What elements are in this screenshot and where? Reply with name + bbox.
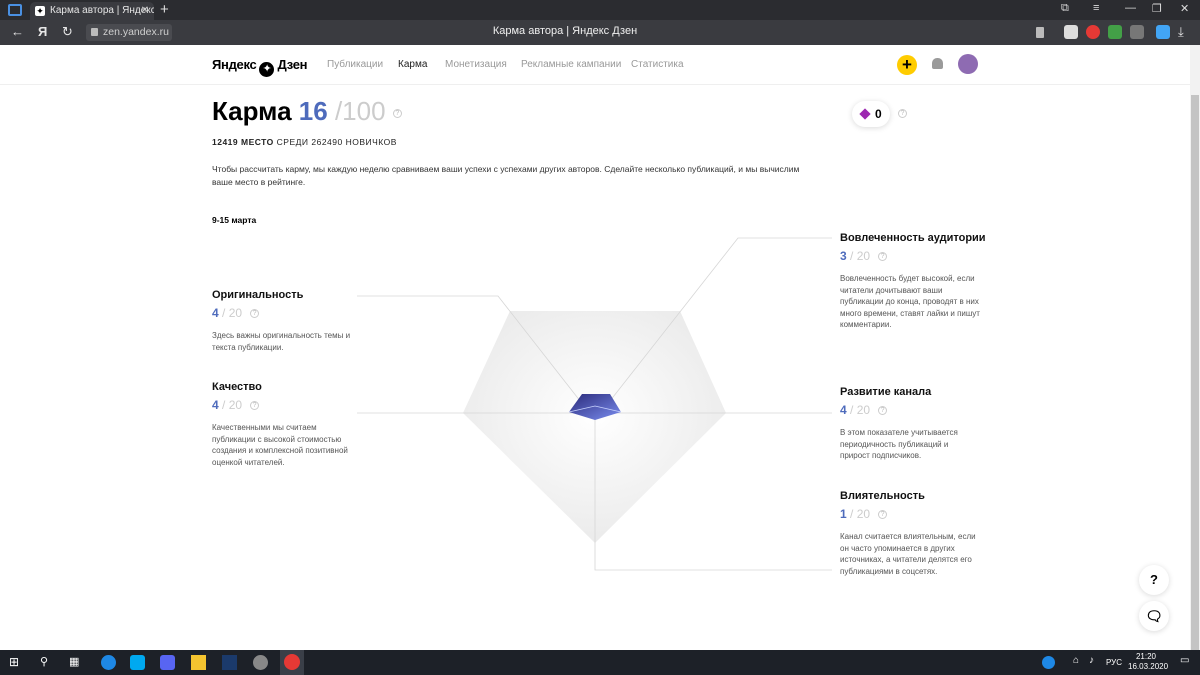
help-tray-icon[interactable] bbox=[1042, 656, 1055, 669]
help-button[interactable]: ? bbox=[1139, 565, 1169, 595]
app-icon-2[interactable] bbox=[253, 655, 268, 670]
metric-influence: Влиятельность 1 / 20? Канал считается вл… bbox=[840, 490, 980, 577]
language-indicator[interactable]: РУС bbox=[1106, 658, 1122, 667]
search-icon[interactable]: ⚲ bbox=[40, 655, 55, 670]
file-explorer-icon[interactable] bbox=[191, 655, 206, 670]
discord-icon[interactable] bbox=[160, 655, 175, 670]
edge-icon[interactable] bbox=[101, 655, 116, 670]
karma-pentagon-chart bbox=[357, 237, 832, 571]
windows-start-icon[interactable]: ⊞ bbox=[9, 655, 24, 670]
influence-help-icon[interactable]: ? bbox=[878, 510, 888, 520]
task-view-icon[interactable]: ▦ bbox=[69, 655, 84, 670]
notification-center-icon[interactable]: ▭ bbox=[1180, 655, 1195, 670]
app-icon[interactable] bbox=[222, 655, 237, 670]
metric-quality: Качество 4 / 20? Качественными мы считае… bbox=[212, 381, 352, 468]
quality-help-icon[interactable]: ? bbox=[250, 401, 260, 411]
metric-originality: Оригинальность 4 / 20? Здесь важны ориги… bbox=[212, 289, 352, 352]
metric-score: 3 / 20? bbox=[840, 249, 980, 263]
originality-help-icon[interactable]: ? bbox=[250, 309, 260, 319]
yandex-browser-icon bbox=[284, 654, 300, 670]
system-clock[interactable]: 21:20 16.03.2020 bbox=[1128, 652, 1168, 672]
volume-icon[interactable]: ♪ bbox=[1089, 655, 1104, 670]
metric-score: 1 / 20? bbox=[840, 507, 980, 521]
feedback-chat-icon[interactable]: 🗨 bbox=[1139, 601, 1169, 631]
metric-engagement: Вовлеченность аудитории 3 / 20? Вовлечен… bbox=[840, 232, 986, 329]
metric-score: 4 / 20? bbox=[212, 306, 352, 320]
metric-score: 4 / 20? bbox=[840, 403, 980, 417]
engagement-help-icon[interactable]: ? bbox=[878, 252, 888, 262]
development-help-icon[interactable]: ? bbox=[878, 406, 888, 416]
skype-icon[interactable] bbox=[130, 655, 145, 670]
windows-taskbar: ⊞ ⚲ ▦ ⌂ ♪ ▭ bbox=[0, 650, 1200, 675]
metric-score: 4 / 20? bbox=[212, 398, 352, 412]
metric-development: Развитие канала 4 / 20? В этом показател… bbox=[840, 386, 980, 462]
pentagon-background bbox=[463, 311, 726, 543]
network-icon[interactable]: ⌂ bbox=[1073, 655, 1088, 670]
